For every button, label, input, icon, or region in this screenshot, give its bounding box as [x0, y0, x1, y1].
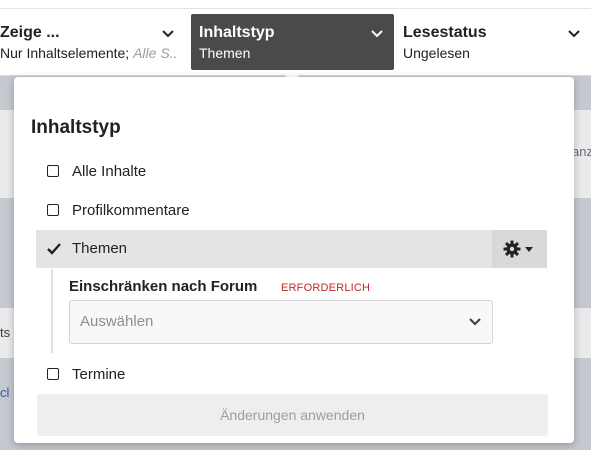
option-label: Alle Inhalte: [72, 163, 147, 180]
page-top-strip: [0, 0, 591, 8]
chevron-down-icon: [568, 30, 580, 38]
chevron-down-icon: [469, 318, 481, 326]
filter-content-type[interactable]: Inhaltstyp Themen: [191, 14, 394, 70]
option-all-content[interactable]: Alle Inhalte: [36, 153, 547, 191]
chevron-down-icon: [371, 30, 383, 38]
filter-read-status[interactable]: Lesestatus Ungelesen: [395, 14, 591, 70]
checkbox[interactable]: [47, 204, 59, 216]
apply-changes-label: Änderungen anwenden: [220, 407, 365, 423]
content-type-popover: Inhaltstyp Alle Inhalte Profilkommentare…: [14, 77, 574, 443]
option-label: Themen: [72, 240, 128, 257]
filter-show-title: Zeige ...: [0, 24, 60, 41]
checkbox[interactable]: [47, 368, 59, 380]
filter-read-status-value: Ungelesen: [403, 45, 470, 61]
option-events[interactable]: Termine: [36, 356, 547, 394]
option-label: Termine: [72, 366, 126, 383]
filter-content-type-value: Themen: [199, 45, 251, 61]
option-settings-button[interactable]: [492, 230, 547, 268]
forum-select[interactable]: Auswählen: [69, 300, 493, 344]
nested-indent-line: [51, 269, 53, 353]
restrict-by-forum-label: Einschränken nach Forum: [69, 278, 258, 295]
filter-content-type-title: Inhaltstyp: [199, 24, 275, 41]
checkmark-icon: [47, 243, 61, 255]
gear-icon: [503, 240, 521, 258]
caret-down-icon: [525, 247, 533, 252]
filter-show-value: Nur Inhaltselemente; Alle S...: [0, 45, 177, 61]
apply-changes-button[interactable]: Änderungen anwenden: [37, 394, 548, 436]
checkbox[interactable]: [47, 165, 59, 177]
background-text-fragment: anz: [572, 144, 591, 159]
required-badge: ERFORDERLICH: [281, 282, 371, 294]
option-profile-comments[interactable]: Profilkommentare: [36, 192, 547, 230]
option-threads[interactable]: Themen: [36, 230, 547, 268]
background-link-fragment: cl: [0, 385, 10, 400]
option-label: Profilkommentare: [72, 202, 190, 219]
background-text-fragment: ts: [0, 325, 11, 340]
forum-select-placeholder: Auswählen: [80, 313, 154, 330]
filter-show[interactable]: Zeige ... Nur Inhaltselemente; Alle S...: [0, 14, 185, 70]
chevron-down-icon: [162, 30, 174, 38]
filter-read-status-title: Lesestatus: [403, 24, 487, 41]
popover-title: Inhaltstyp: [31, 117, 121, 138]
